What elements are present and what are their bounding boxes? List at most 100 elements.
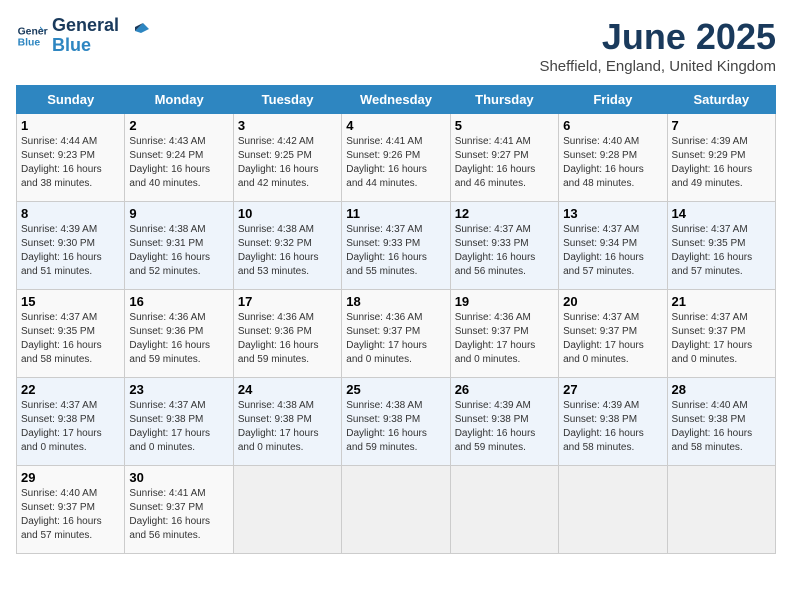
day-info: Sunrise: 4:40 AMSunset: 9:28 PMDaylight:…: [563, 135, 662, 191]
svg-text:General: General: [18, 26, 48, 37]
calendar-cell: 19 Sunrise: 4:36 AMSunset: 9:37 PMDayligh…: [450, 290, 558, 378]
day-info: Sunrise: 4:37 AMSunset: 9:37 PMDaylight:…: [672, 311, 771, 367]
day-number: 22: [21, 382, 120, 397]
day-info: Sunrise: 4:41 AMSunset: 9:26 PMDaylight:…: [346, 135, 445, 191]
calendar-week-1: 1 Sunrise: 4:44 AMSunset: 9:23 PMDaylight…: [17, 114, 776, 202]
day-info: Sunrise: 4:39 AMSunset: 9:38 PMDaylight:…: [563, 399, 662, 455]
day-number: 29: [21, 470, 120, 485]
day-info: Sunrise: 4:41 AMSunset: 9:37 PMDaylight:…: [129, 487, 228, 543]
header-thursday: Thursday: [450, 86, 558, 114]
calendar-cell: 11 Sunrise: 4:37 AMSunset: 9:33 PMDayligh…: [342, 202, 450, 290]
day-number: 1: [21, 118, 120, 133]
calendar-cell: 22 Sunrise: 4:37 AMSunset: 9:38 PMDayligh…: [17, 378, 125, 466]
calendar-cell: 17Sunrise: 4:36 AMSunset: 9:36 PMDayligh…: [233, 290, 341, 378]
calendar-week-5: 29 Sunrise: 4:40 AMSunset: 9:37 PMDayligh…: [17, 466, 776, 554]
day-number: 28: [672, 382, 771, 397]
header-monday: Monday: [125, 86, 233, 114]
header-friday: Friday: [559, 86, 667, 114]
day-info: Sunrise: 4:37 AMSunset: 9:35 PMDaylight:…: [21, 311, 120, 367]
calendar-cell: 10 Sunrise: 4:38 AMSunset: 9:32 PMDayligh…: [233, 202, 341, 290]
header-saturday: Saturday: [667, 86, 775, 114]
calendar-cell: 4 Sunrise: 4:41 AMSunset: 9:26 PMDaylight…: [342, 114, 450, 202]
day-info: Sunrise: 4:44 AMSunset: 9:23 PMDaylight:…: [21, 135, 120, 191]
calendar-cell: 28Sunrise: 4:40 AMSunset: 9:38 PMDayligh…: [667, 378, 775, 466]
day-number: 21: [672, 294, 771, 309]
day-info: Sunrise: 4:38 AMSunset: 9:31 PMDaylight:…: [129, 223, 228, 279]
day-number: 19: [455, 294, 554, 309]
day-info: Sunrise: 4:43 AMSunset: 9:24 PMDaylight:…: [129, 135, 228, 191]
day-info: Sunrise: 4:37 AMSunset: 9:35 PMDaylight:…: [672, 223, 771, 279]
calendar-cell: 12 Sunrise: 4:37 AMSunset: 9:33 PMDayligh…: [450, 202, 558, 290]
calendar-cell: [667, 466, 775, 554]
logo-text-line2: Blue: [52, 36, 119, 56]
header-wednesday: Wednesday: [342, 86, 450, 114]
calendar-cell: 18 Sunrise: 4:36 AMSunset: 9:37 PMDayligh…: [342, 290, 450, 378]
day-number: 10: [238, 206, 337, 221]
day-number: 18: [346, 294, 445, 309]
calendar-cell: 7 Sunrise: 4:39 AMSunset: 9:29 PMDaylight…: [667, 114, 775, 202]
svg-text:Blue: Blue: [18, 37, 41, 48]
calendar-cell: 26Sunrise: 4:39 AMSunset: 9:38 PMDayligh…: [450, 378, 558, 466]
day-number: 13: [563, 206, 662, 221]
calendar-cell: [559, 466, 667, 554]
calendar-cell: 29 Sunrise: 4:40 AMSunset: 9:37 PMDayligh…: [17, 466, 125, 554]
calendar-cell: 24Sunrise: 4:38 AMSunset: 9:38 PMDayligh…: [233, 378, 341, 466]
day-info: Sunrise: 4:36 AMSunset: 9:37 PMDaylight:…: [455, 311, 554, 367]
day-info: Sunrise: 4:40 AMSunset: 9:37 PMDaylight:…: [21, 487, 120, 543]
day-number: 12: [455, 206, 554, 221]
day-number: 20: [563, 294, 662, 309]
calendar-cell: 16Sunrise: 4:36 AMSunset: 9:36 PMDayligh…: [125, 290, 233, 378]
calendar-cell: 15Sunrise: 4:37 AMSunset: 9:35 PMDayligh…: [17, 290, 125, 378]
day-info: Sunrise: 4:37 AMSunset: 9:38 PMDaylight:…: [21, 399, 120, 455]
calendar-cell: [342, 466, 450, 554]
calendar-cell: 1 Sunrise: 4:44 AMSunset: 9:23 PMDaylight…: [17, 114, 125, 202]
day-info: Sunrise: 4:36 AMSunset: 9:36 PMDaylight:…: [129, 311, 228, 367]
day-info: Sunrise: 4:38 AMSunset: 9:38 PMDaylight:…: [346, 399, 445, 455]
day-info: Sunrise: 4:41 AMSunset: 9:27 PMDaylight:…: [455, 135, 554, 191]
day-number: 24: [238, 382, 337, 397]
day-info: Sunrise: 4:37 AMSunset: 9:34 PMDaylight:…: [563, 223, 662, 279]
calendar-cell: 2 Sunrise: 4:43 AMSunset: 9:24 PMDaylight…: [125, 114, 233, 202]
logo-text-line1: General: [52, 16, 119, 36]
day-number: 30: [129, 470, 228, 485]
calendar-cell: 23Sunrise: 4:37 AMSunset: 9:38 PMDayligh…: [125, 378, 233, 466]
day-info: Sunrise: 4:38 AMSunset: 9:32 PMDaylight:…: [238, 223, 337, 279]
day-number: 6: [563, 118, 662, 133]
calendar-cell: 3 Sunrise: 4:42 AMSunset: 9:25 PMDaylight…: [233, 114, 341, 202]
logo-bird-icon: [121, 21, 149, 41]
day-info: Sunrise: 4:39 AMSunset: 9:29 PMDaylight:…: [672, 135, 771, 191]
calendar-cell: 8 Sunrise: 4:39 AMSunset: 9:30 PMDaylight…: [17, 202, 125, 290]
calendar-cell: 6 Sunrise: 4:40 AMSunset: 9:28 PMDaylight…: [559, 114, 667, 202]
calendar-cell: 25Sunrise: 4:38 AMSunset: 9:38 PMDayligh…: [342, 378, 450, 466]
day-number: 8: [21, 206, 120, 221]
header: General Blue General Blue June 2025 Shef…: [16, 16, 776, 75]
calendar-cell: 9 Sunrise: 4:38 AMSunset: 9:31 PMDaylight…: [125, 202, 233, 290]
day-info: Sunrise: 4:37 AMSunset: 9:33 PMDaylight:…: [455, 223, 554, 279]
month-title: June 2025: [539, 16, 776, 58]
header-tuesday: Tuesday: [233, 86, 341, 114]
calendar-cell: 30 Sunrise: 4:41 AMSunset: 9:37 PMDayligh…: [125, 466, 233, 554]
day-info: Sunrise: 4:37 AMSunset: 9:33 PMDaylight:…: [346, 223, 445, 279]
day-number: 11: [346, 206, 445, 221]
day-info: Sunrise: 4:37 AMSunset: 9:37 PMDaylight:…: [563, 311, 662, 367]
day-number: 9: [129, 206, 228, 221]
calendar-table: SundayMondayTuesdayWednesdayThursdayFrid…: [16, 85, 776, 554]
day-number: 2: [129, 118, 228, 133]
logo-icon: General Blue: [16, 20, 48, 52]
day-number: 3: [238, 118, 337, 133]
day-number: 5: [455, 118, 554, 133]
day-info: Sunrise: 4:42 AMSunset: 9:25 PMDaylight:…: [238, 135, 337, 191]
day-number: 7: [672, 118, 771, 133]
title-area: June 2025 Sheffield, England, United Kin…: [539, 16, 776, 75]
day-info: Sunrise: 4:39 AMSunset: 9:30 PMDaylight:…: [21, 223, 120, 279]
day-number: 27: [563, 382, 662, 397]
day-number: 14: [672, 206, 771, 221]
day-number: 26: [455, 382, 554, 397]
day-info: Sunrise: 4:36 AMSunset: 9:37 PMDaylight:…: [346, 311, 445, 367]
calendar-week-3: 15Sunrise: 4:37 AMSunset: 9:35 PMDayligh…: [17, 290, 776, 378]
day-number: 4: [346, 118, 445, 133]
calendar-cell: [450, 466, 558, 554]
day-number: 23: [129, 382, 228, 397]
header-sunday: Sunday: [17, 86, 125, 114]
calendar-cell: 21 Sunrise: 4:37 AMSunset: 9:37 PMDayligh…: [667, 290, 775, 378]
